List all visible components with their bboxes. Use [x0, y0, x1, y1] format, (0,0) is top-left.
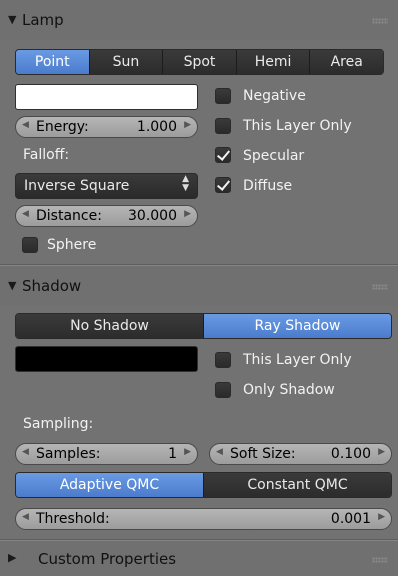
sphere-label: Sphere: [47, 237, 97, 253]
energy-field[interactable]: ◀ Energy: 1.000 ▶: [15, 116, 198, 138]
samples-field[interactable]: ◀ Samples: 1 ▶: [15, 443, 198, 465]
decrement-arrow-icon[interactable]: ◀: [22, 447, 29, 457]
lamp-this-layer-only-checkbox[interactable]: [215, 118, 231, 134]
threshold-value: 0.001: [330, 511, 371, 527]
collapse-triangle-down-icon: ▼: [8, 13, 17, 26]
only-shadow-checkbox[interactable]: [215, 382, 231, 398]
increment-arrow-icon[interactable]: ▶: [184, 120, 191, 130]
lamp-panel-header[interactable]: ▼ Lamp: [0, 0, 398, 40]
sampling-method-selector: Adaptive QMC Constant QMC: [15, 472, 392, 498]
shadow-panel-header[interactable]: ▼ Shadow: [0, 266, 398, 306]
soft-size-value: 0.100: [330, 446, 371, 462]
specular-label: Specular: [243, 148, 305, 164]
panel-drag-handle-icon[interactable]: [372, 557, 388, 563]
falloff-label: Falloff:: [23, 147, 70, 163]
sphere-checkbox[interactable]: [22, 237, 38, 253]
energy-label: Energy:: [36, 119, 89, 135]
lamp-this-layer-only-label: This Layer Only: [243, 118, 352, 134]
distance-value: 30.000: [128, 208, 177, 224]
soft-size-label: Soft Size:: [230, 446, 296, 462]
collapse-triangle-down-icon: ▼: [8, 279, 17, 292]
lamp-type-area[interactable]: Area: [309, 50, 383, 74]
panel-drag-handle-icon[interactable]: [372, 284, 388, 290]
decrement-arrow-icon[interactable]: ◀: [216, 447, 223, 457]
custom-properties-title: Custom Properties: [38, 550, 177, 568]
shadow-color-swatch[interactable]: [15, 346, 198, 372]
lamp-color-swatch[interactable]: [15, 84, 198, 110]
soft-size-field[interactable]: ◀ Soft Size: 0.100 ▶: [209, 443, 392, 465]
falloff-dropdown[interactable]: Inverse Square ▲ ▼: [15, 173, 198, 199]
decrement-arrow-icon[interactable]: ◀: [22, 512, 29, 522]
shadow-panel-title: Shadow: [22, 277, 82, 295]
threshold-label: Threshold:: [36, 511, 110, 527]
lamp-type-spot[interactable]: Spot: [162, 50, 236, 74]
custom-properties-panel-header[interactable]: ▶ Custom Properties: [0, 541, 398, 576]
shadow-mode-ray-shadow[interactable]: Ray Shadow: [203, 314, 391, 338]
lamp-type-hemi[interactable]: Hemi: [235, 50, 310, 74]
threshold-field[interactable]: ◀ Threshold: 0.001 ▶: [15, 508, 392, 530]
samples-value: 1: [168, 446, 177, 462]
falloff-value: Inverse Square: [24, 178, 130, 194]
increment-arrow-icon[interactable]: ▶: [378, 512, 385, 522]
shadow-this-layer-only-checkbox[interactable]: [215, 352, 231, 368]
negative-label: Negative: [243, 88, 306, 104]
specular-checkbox[interactable]: [215, 147, 231, 163]
only-shadow-label: Only Shadow: [243, 382, 335, 398]
samples-label: Samples:: [36, 446, 101, 462]
sampling-adaptive-qmc[interactable]: Adaptive QMC: [16, 473, 203, 497]
increment-arrow-icon[interactable]: ▶: [378, 447, 385, 457]
sampling-label: Sampling:: [23, 416, 94, 432]
panel-drag-handle-icon[interactable]: [372, 18, 388, 24]
updown-arrows-icon: ▲ ▼: [182, 174, 189, 193]
decrement-arrow-icon[interactable]: ◀: [22, 120, 29, 130]
diffuse-checkbox[interactable]: [215, 177, 231, 193]
shadow-mode-selector: No Shadow Ray Shadow: [15, 313, 392, 339]
expand-triangle-right-icon: ▶: [8, 551, 17, 564]
negative-checkbox[interactable]: [215, 88, 231, 104]
lamp-type-selector: Point Sun Spot Hemi Area: [15, 49, 384, 75]
energy-value: 1.000: [136, 119, 177, 135]
lamp-type-sun[interactable]: Sun: [88, 50, 163, 74]
lamp-type-point[interactable]: Point: [16, 50, 89, 74]
increment-arrow-icon[interactable]: ▶: [184, 209, 191, 219]
decrement-arrow-icon[interactable]: ◀: [22, 209, 29, 219]
lamp-panel-title: Lamp: [22, 11, 64, 29]
sampling-constant-qmc[interactable]: Constant QMC: [203, 473, 391, 497]
shadow-this-layer-only-label: This Layer Only: [243, 352, 352, 368]
increment-arrow-icon[interactable]: ▶: [184, 447, 191, 457]
distance-field[interactable]: ◀ Distance: 30.000 ▶: [15, 205, 198, 227]
diffuse-label: Diffuse: [243, 178, 293, 194]
distance-label: Distance:: [36, 208, 102, 224]
shadow-mode-no-shadow[interactable]: No Shadow: [16, 314, 203, 338]
